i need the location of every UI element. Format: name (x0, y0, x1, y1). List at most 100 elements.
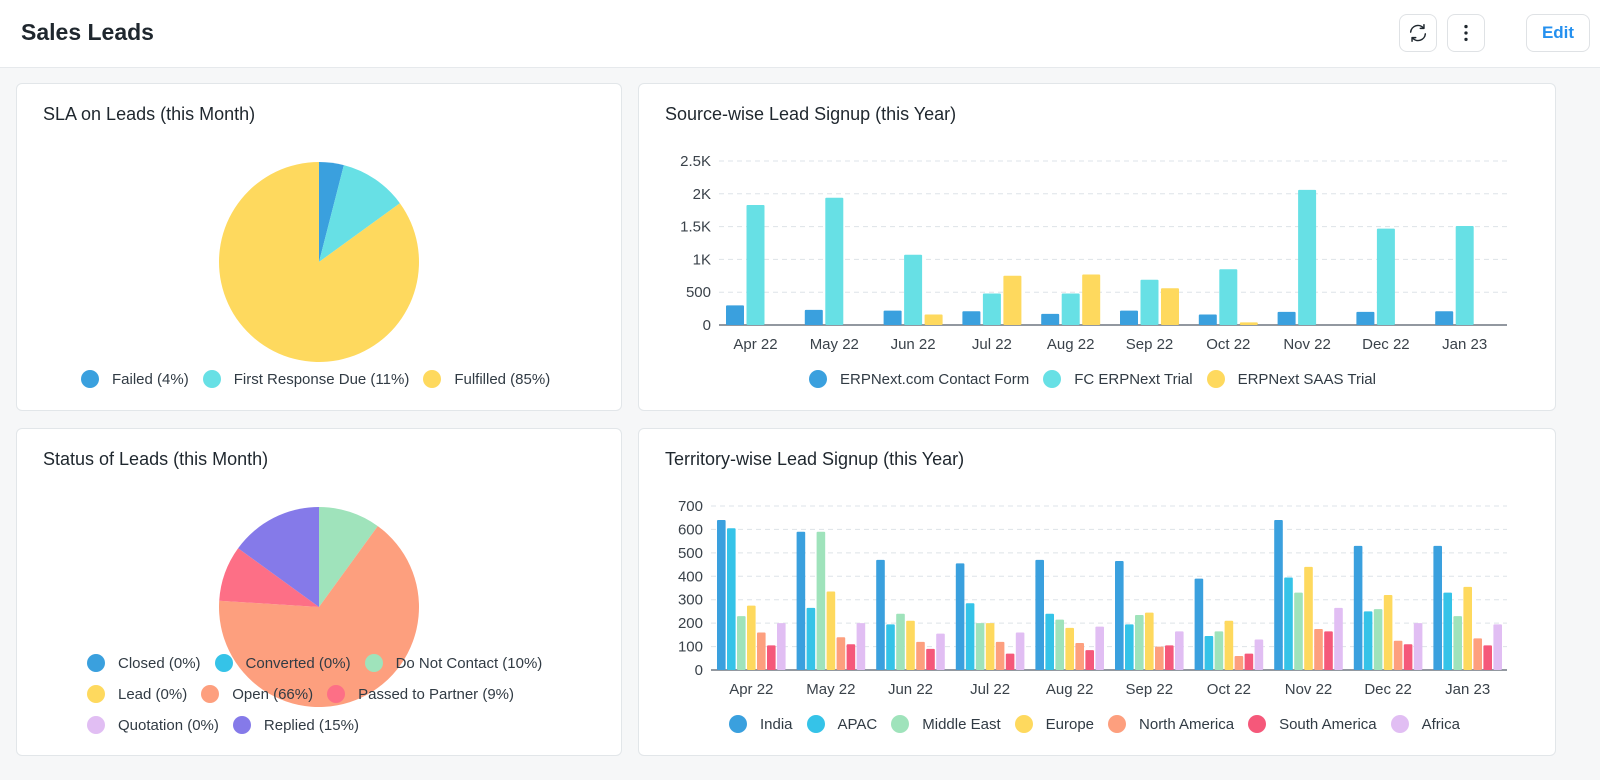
bar-erpnext-saas-trial-jun-22[interactable] (924, 314, 943, 325)
bar-south-america-may-22[interactable] (846, 644, 856, 670)
bar-erpnext-com-contact-form-dec-22[interactable] (1356, 311, 1375, 325)
bar-middle-east-oct-22[interactable] (1214, 631, 1224, 670)
bar-middle-east-jul-22[interactable] (975, 623, 985, 670)
legend-item-passed-to-partner-9[interactable]: Passed to Partner (9%) (327, 685, 514, 703)
bar-europe-dec-22[interactable] (1383, 595, 1393, 670)
bar-erpnext-com-contact-form-aug-22[interactable] (1041, 313, 1060, 325)
bar-europe-jan-23[interactable] (1463, 586, 1472, 670)
bar-india-jan-23[interactable] (1433, 545, 1442, 670)
legend-item-south-america[interactable]: South America (1248, 715, 1377, 733)
bar-fc-erpnext-trial-nov-22[interactable] (1298, 189, 1317, 325)
bar-india-dec-22[interactable] (1353, 545, 1363, 670)
legend-item-quotation-0[interactable]: Quotation (0%) (87, 716, 219, 734)
legend-item-india[interactable]: India (729, 715, 793, 733)
bar-fc-erpnext-trial-may-22[interactable] (825, 197, 844, 325)
bar-erpnext-com-contact-form-may-22[interactable] (804, 309, 823, 325)
bar-apac-oct-22[interactable] (1204, 636, 1214, 670)
bar-europe-sep-22[interactable] (1145, 612, 1154, 670)
bar-north-america-jun-22[interactable] (916, 641, 925, 670)
bar-apac-dec-22[interactable] (1363, 611, 1373, 670)
bar-europe-jul-22[interactable] (985, 623, 995, 670)
bar-north-america-jan-23[interactable] (1473, 638, 1482, 670)
bar-africa-sep-22[interactable] (1175, 631, 1184, 670)
bar-north-america-dec-22[interactable] (1393, 640, 1403, 670)
bar-south-america-jan-23[interactable] (1483, 645, 1492, 670)
bar-middle-east-jun-22[interactable] (896, 613, 905, 670)
bar-south-america-aug-22[interactable] (1085, 650, 1094, 670)
bar-europe-nov-22[interactable] (1304, 566, 1313, 670)
bar-middle-east-jan-23[interactable] (1453, 616, 1462, 670)
bar-africa-jul-22[interactable] (1015, 632, 1025, 670)
edit-button[interactable]: Edit (1526, 14, 1590, 52)
more-options-button[interactable] (1447, 14, 1485, 52)
bar-africa-dec-22[interactable] (1413, 623, 1423, 670)
bar-middle-east-aug-22[interactable] (1055, 619, 1064, 670)
bar-north-america-nov-22[interactable] (1314, 629, 1323, 670)
bar-erpnext-com-contact-form-apr-22[interactable] (726, 305, 744, 325)
bar-erpnext-com-contact-form-jul-22[interactable] (962, 311, 981, 325)
bar-fc-erpnext-trial-apr-22[interactable] (746, 204, 765, 325)
bar-north-america-jul-22[interactable] (995, 641, 1005, 670)
bar-north-america-oct-22[interactable] (1234, 655, 1244, 670)
legend-item-lead-0[interactable]: Lead (0%) (87, 685, 187, 703)
legend-item-north-america[interactable]: North America (1108, 715, 1234, 733)
legend-item-erpnext-saas-trial[interactable]: ERPNext SAAS Trial (1206, 370, 1376, 388)
bar-apac-nov-22[interactable] (1284, 577, 1293, 670)
legend-item-do-not-contact-10[interactable]: Do Not Contact (10%) (364, 654, 542, 672)
bar-fc-erpnext-trial-aug-22[interactable] (1061, 293, 1080, 325)
legend-item-erpnext-com-contact-form[interactable]: ERPNext.com Contact Form (809, 370, 1029, 388)
legend-item-africa[interactable]: Africa (1390, 715, 1460, 733)
bar-europe-jun-22[interactable] (906, 620, 915, 670)
bar-apac-jul-22[interactable] (965, 603, 975, 670)
legend-item-apac[interactable]: APAC (806, 715, 877, 733)
bar-fc-erpnext-trial-jan-23[interactable] (1455, 225, 1474, 325)
bar-erpnext-saas-trial-sep-22[interactable] (1161, 288, 1179, 325)
bar-south-america-oct-22[interactable] (1244, 653, 1254, 670)
bar-africa-apr-22[interactable] (777, 623, 786, 670)
bar-india-sep-22[interactable] (1115, 561, 1124, 670)
bar-africa-jan-23[interactable] (1493, 624, 1502, 670)
bar-erpnext-saas-trial-jul-22[interactable] (1003, 275, 1022, 325)
bar-india-apr-22[interactable] (717, 520, 726, 670)
bar-fc-erpnext-trial-jul-22[interactable] (982, 293, 1001, 325)
bar-erpnext-com-contact-form-sep-22[interactable] (1120, 310, 1138, 325)
legend-item-europe[interactable]: Europe (1014, 715, 1094, 733)
bar-india-oct-22[interactable] (1194, 578, 1204, 670)
bar-fc-erpnext-trial-jun-22[interactable] (904, 254, 923, 325)
legend-item-first-response-due-11[interactable]: First Response Due (11%) (202, 370, 409, 388)
bar-africa-oct-22[interactable] (1254, 639, 1264, 670)
bar-north-america-may-22[interactable] (836, 637, 846, 670)
bar-africa-nov-22[interactable] (1334, 607, 1343, 670)
bar-south-america-apr-22[interactable] (767, 645, 776, 670)
bar-erpnext-com-contact-form-oct-22[interactable] (1198, 314, 1217, 325)
legend-item-converted-0[interactable]: Converted (0%) (214, 654, 351, 672)
bar-middle-east-may-22[interactable] (816, 531, 826, 670)
bar-india-jul-22[interactable] (955, 563, 965, 670)
bar-apac-aug-22[interactable] (1045, 613, 1054, 670)
bar-europe-apr-22[interactable] (747, 605, 756, 670)
bar-europe-oct-22[interactable] (1224, 620, 1234, 670)
bar-fc-erpnext-trial-dec-22[interactable] (1376, 228, 1395, 325)
bar-apac-apr-22[interactable] (727, 528, 736, 670)
bar-north-america-apr-22[interactable] (757, 632, 766, 670)
bar-fc-erpnext-trial-oct-22[interactable] (1219, 269, 1238, 325)
bar-middle-east-sep-22[interactable] (1135, 614, 1144, 670)
legend-item-fc-erpnext-trial[interactable]: FC ERPNext Trial (1043, 370, 1193, 388)
bar-middle-east-nov-22[interactable] (1294, 592, 1303, 670)
bar-middle-east-apr-22[interactable] (737, 616, 746, 670)
bar-europe-may-22[interactable] (826, 591, 836, 670)
bar-erpnext-saas-trial-oct-22[interactable] (1239, 322, 1258, 325)
legend-item-closed-0[interactable]: Closed (0%) (87, 654, 201, 672)
legend-item-fulfilled-85[interactable]: Fulfilled (85%) (423, 370, 550, 388)
bar-apac-jan-23[interactable] (1443, 592, 1452, 670)
legend-item-open-66[interactable]: Open (66%) (201, 685, 313, 703)
bar-south-america-sep-22[interactable] (1165, 645, 1174, 670)
bar-south-america-jun-22[interactable] (926, 648, 935, 670)
bar-erpnext-com-contact-form-jan-23[interactable] (1435, 311, 1454, 325)
bar-fc-erpnext-trial-sep-22[interactable] (1140, 279, 1159, 325)
bar-erpnext-com-contact-form-jun-22[interactable] (883, 310, 902, 325)
bar-erpnext-saas-trial-aug-22[interactable] (1082, 274, 1101, 325)
bar-india-aug-22[interactable] (1035, 559, 1044, 670)
bar-africa-may-22[interactable] (856, 623, 866, 670)
bar-africa-aug-22[interactable] (1095, 626, 1104, 670)
